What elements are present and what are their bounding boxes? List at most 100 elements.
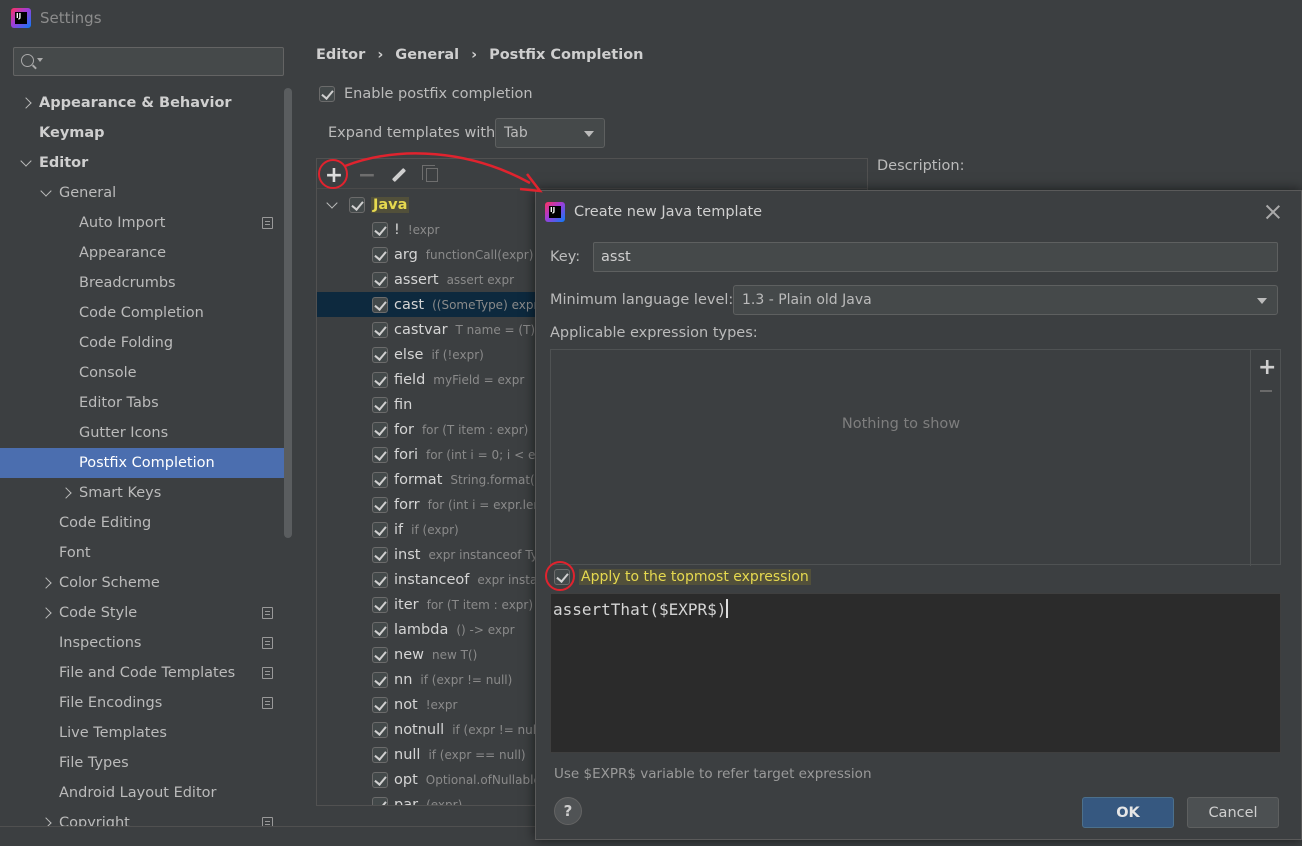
template-code-editor[interactable]: assertThat($EXPR$) [550, 593, 1281, 753]
expand-key-select[interactable]: Tab [495, 118, 605, 148]
template-example: () -> expr [456, 622, 515, 637]
sidebar-item[interactable]: File and Code Templates [0, 658, 284, 688]
sidebar-item[interactable]: Code Folding [0, 328, 284, 358]
help-button[interactable]: ? [554, 797, 582, 825]
template-checkbox[interactable] [372, 296, 388, 313]
template-code: assertThat($EXPR$) [553, 600, 727, 619]
chevron-right-icon[interactable] [40, 577, 52, 589]
template-checkbox[interactable] [372, 671, 388, 688]
template-checkbox[interactable] [372, 621, 388, 638]
template-checkbox[interactable] [372, 521, 388, 538]
annotation-circle [318, 159, 348, 189]
search-input[interactable] [13, 47, 284, 76]
chevron-down-icon[interactable] [326, 197, 338, 209]
duplicate-template-button[interactable] [420, 163, 444, 187]
sidebar-item[interactable]: Android Layout Editor [0, 778, 284, 808]
sidebar-item[interactable]: Appearance [0, 238, 284, 268]
template-checkbox[interactable] [372, 446, 388, 463]
key-input[interactable]: asst [593, 242, 1278, 272]
template-checkbox[interactable] [372, 396, 388, 413]
sidebar-item[interactable]: Gutter Icons [0, 418, 284, 448]
apply-topmost-row[interactable]: Apply to the topmost expression [554, 569, 811, 585]
template-checkbox[interactable] [372, 346, 388, 363]
sidebar-item[interactable]: Console [0, 358, 284, 388]
apply-topmost-label: Apply to the topmost expression [579, 569, 811, 585]
template-key: not [394, 696, 418, 713]
template-checkbox[interactable] [372, 471, 388, 488]
template-checkbox[interactable] [372, 421, 388, 438]
sidebar-item-label: File Encodings [59, 695, 163, 711]
template-checkbox[interactable] [372, 246, 388, 263]
template-checkbox[interactable] [372, 746, 388, 763]
sidebar-item[interactable]: Editor [0, 148, 284, 178]
template-checkbox[interactable] [372, 596, 388, 613]
sidebar-item[interactable]: General [0, 178, 284, 208]
sidebar-scrollbar[interactable] [284, 88, 292, 538]
search-icon [21, 54, 34, 67]
cancel-button[interactable]: Cancel [1187, 797, 1279, 828]
sidebar-item[interactable]: Smart Keys [0, 478, 284, 508]
template-key: ! [394, 221, 400, 238]
sidebar-item[interactable]: Font [0, 538, 284, 568]
group-checkbox[interactable] [349, 196, 365, 213]
template-checkbox[interactable] [372, 796, 388, 805]
template-checkbox[interactable] [372, 721, 388, 738]
sidebar-item[interactable]: Keymap [0, 118, 284, 148]
enable-postfix-row[interactable]: Enable postfix completion [319, 86, 533, 102]
template-checkbox[interactable] [372, 696, 388, 713]
chevron-down-icon [1257, 298, 1267, 304]
sidebar-item[interactable]: Breadcrumbs [0, 268, 284, 298]
expand-key-value: Tab [504, 125, 528, 141]
template-checkbox[interactable] [372, 221, 388, 238]
chevron-right-icon[interactable] [40, 607, 52, 619]
add-type-button[interactable]: + [1258, 355, 1276, 380]
template-checkbox[interactable] [372, 271, 388, 288]
sidebar-item[interactable]: Postfix Completion [0, 448, 290, 478]
sidebar-item[interactable]: Inspections [0, 628, 284, 658]
sidebar-item-label: Gutter Icons [79, 425, 169, 441]
breadcrumb-item: Postfix Completion [489, 47, 644, 63]
search-history-dropdown-icon[interactable] [37, 58, 43, 62]
close-icon[interactable] [1265, 204, 1281, 220]
template-checkbox[interactable] [372, 371, 388, 388]
applicable-types-list[interactable]: Nothing to show + [550, 349, 1281, 566]
sidebar-item[interactable]: Appearance & Behavior [0, 88, 284, 118]
enable-postfix-checkbox[interactable] [319, 86, 335, 102]
project-settings-icon [262, 697, 273, 709]
min-language-level-select[interactable]: 1.3 - Plain old Java [733, 285, 1278, 315]
template-checkbox[interactable] [372, 546, 388, 563]
template-example: (expr) [426, 797, 463, 806]
settings-sidebar: Appearance & Behavior Keymap Editor General… [0, 36, 294, 846]
template-checkbox[interactable] [372, 321, 388, 338]
template-key: else [394, 346, 424, 363]
breadcrumb-item[interactable]: General [395, 47, 459, 63]
chevron-down-icon[interactable] [40, 185, 52, 197]
sidebar-item[interactable]: Color Scheme [0, 568, 284, 598]
edit-template-button[interactable] [387, 163, 411, 187]
sidebar-item[interactable]: Code Style [0, 598, 284, 628]
template-checkbox[interactable] [372, 571, 388, 588]
template-checkbox[interactable] [372, 646, 388, 663]
remove-type-button[interactable] [1260, 390, 1272, 392]
template-key: opt [394, 771, 418, 788]
breadcrumb-item[interactable]: Editor [316, 47, 365, 63]
template-key: for [394, 421, 414, 438]
template-checkbox[interactable] [372, 771, 388, 788]
chevron-down-icon[interactable] [20, 155, 32, 167]
remove-template-button[interactable]: − [355, 163, 379, 188]
sidebar-item[interactable]: File Types [0, 748, 284, 778]
min-language-level-value: 1.3 - Plain old Java [742, 292, 872, 308]
copy-icon [422, 165, 438, 182]
chevron-right-icon[interactable] [60, 487, 72, 499]
sidebar-item[interactable]: Code Editing [0, 508, 284, 538]
sidebar-item[interactable]: File Encodings [0, 688, 284, 718]
sidebar-item[interactable]: Auto Import [0, 208, 284, 238]
types-toolbar: + [1250, 350, 1280, 566]
ok-button[interactable]: OK [1082, 797, 1174, 828]
template-checkbox[interactable] [372, 496, 388, 513]
chevron-right-icon[interactable] [20, 97, 32, 109]
sidebar-item[interactable]: Editor Tabs [0, 388, 284, 418]
sidebar-item[interactable]: Code Completion [0, 298, 284, 328]
sidebar-item-label: File Types [59, 755, 129, 771]
sidebar-item[interactable]: Live Templates [0, 718, 284, 748]
